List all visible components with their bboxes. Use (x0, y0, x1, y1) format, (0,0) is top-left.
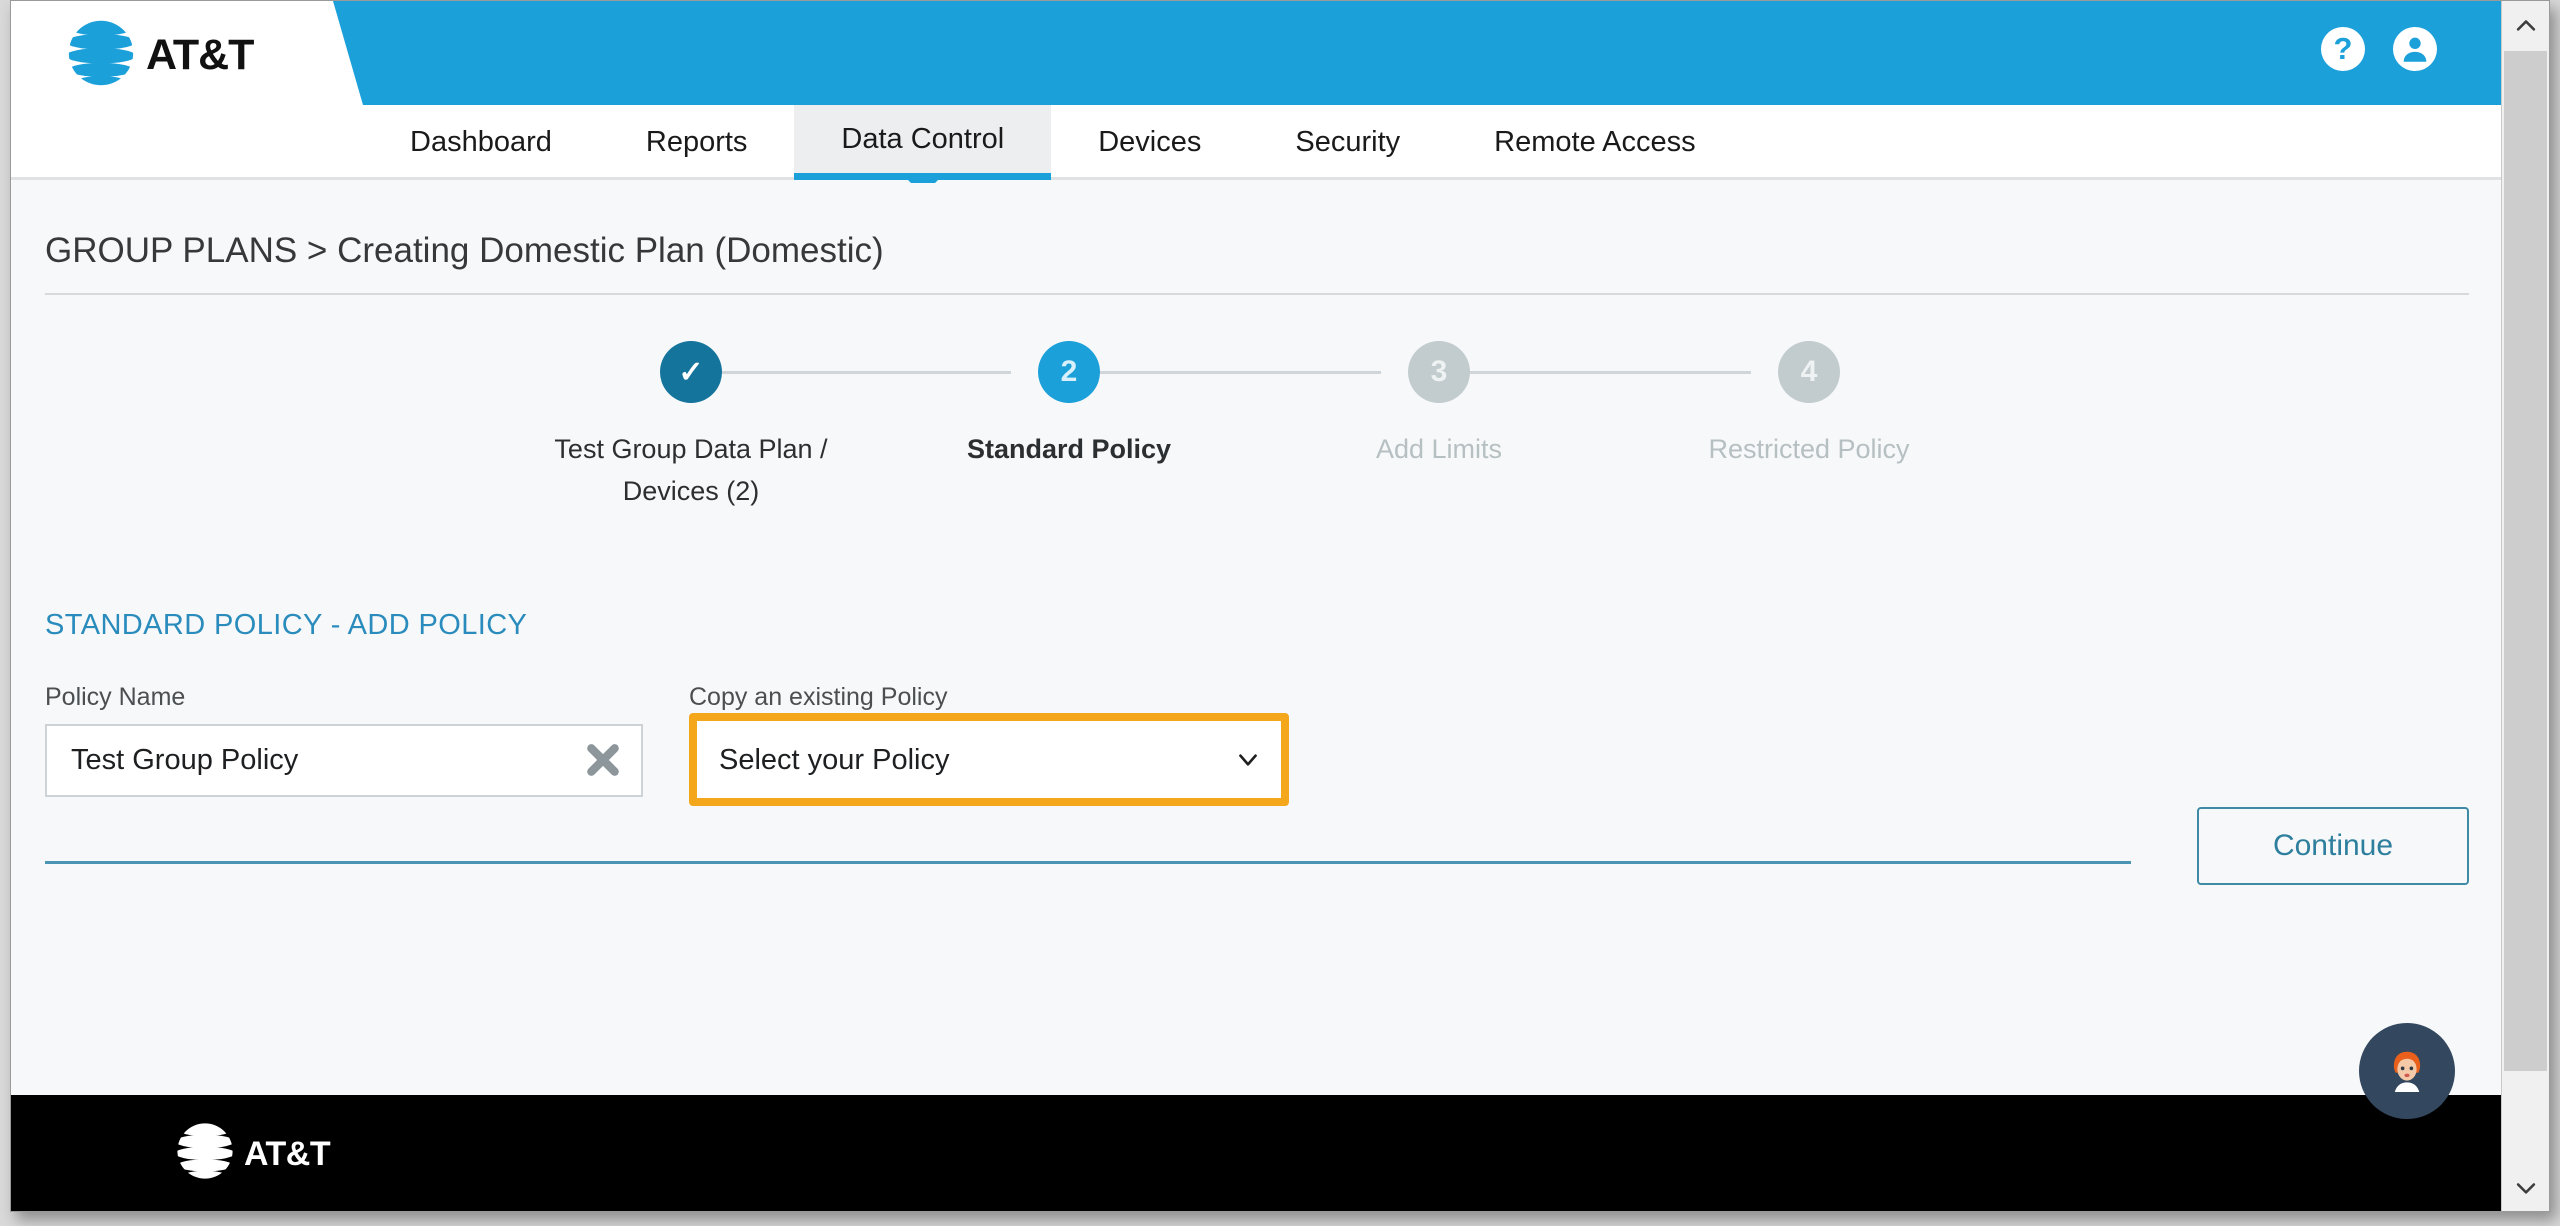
chevron-down-icon (2516, 1182, 2535, 1194)
nav-item-reports[interactable]: Reports (599, 105, 795, 180)
nav-label: Devices (1098, 126, 1202, 158)
nav-label: Dashboard (410, 126, 552, 158)
scroll-down-button[interactable] (2502, 1164, 2549, 1211)
policy-name-label: Policy Name (45, 683, 186, 711)
nav-item-dashboard[interactable]: Dashboard (363, 105, 599, 180)
nav-label: Reports (645, 126, 748, 158)
help-question-icon[interactable]: ? (2321, 27, 2365, 71)
vertical-scrollbar[interactable] (2501, 1, 2549, 1211)
stepper-step-1[interactable]: ✓ Test Group Data Plan / Devices (2) (511, 341, 871, 512)
nav-label: Data Control (841, 122, 1005, 155)
nav-item-list: Dashboard Reports Data Control Devices S… (363, 105, 1743, 180)
wizard-stepper: ✓ Test Group Data Plan / Devices (2) 2 S… (11, 341, 2503, 571)
page-footer: AT&T (11, 1095, 2503, 1211)
main-navigation: Dashboard Reports Data Control Devices S… (11, 105, 2503, 180)
stepper-connector-line (1458, 371, 1751, 374)
stepper-step-3[interactable]: 3 Add Limits (1259, 341, 1619, 470)
scrollbar-thumb[interactable] (2504, 51, 2547, 1071)
chat-assistant-avatar-icon[interactable] (2359, 1023, 2455, 1119)
step-label-1: Test Group Data Plan / Devices (2) (554, 434, 828, 506)
scroll-up-button[interactable] (2502, 1, 2549, 48)
nav-label: Remote Access (1494, 126, 1696, 158)
breadcrumb-divider (45, 293, 2469, 295)
page-title: STANDARD POLICY - ADD POLICY (45, 609, 528, 641)
nav-item-remote-access[interactable]: Remote Access (1447, 105, 1742, 180)
stepper-step-4[interactable]: 4 Restricted Policy (1629, 341, 1989, 470)
copy-policy-label: Copy an existing Policy (689, 683, 948, 711)
att-wordmark: AT&T (146, 31, 254, 79)
step-marker-glyph: 4 (1800, 355, 1818, 388)
copy-policy-select[interactable]: Select your Policy (697, 721, 1281, 798)
nav-label: Security (1295, 126, 1401, 158)
topbar-icon-group: ? (2321, 27, 2437, 71)
breadcrumb[interactable]: GROUP PLANS > Creating Domestic Plan (Do… (45, 231, 884, 271)
browser-window: AT&T ? Dashboard Reports Data Control De… (10, 0, 2550, 1212)
step-marker-done[interactable]: ✓ (660, 341, 722, 403)
top-header-bar: AT&T ? (11, 1, 2503, 105)
footer-brand-wordmark: AT&T (244, 1135, 331, 1173)
step-marker-todo[interactable]: 3 (1408, 341, 1470, 403)
user-avatar-glyph (2403, 37, 2427, 62)
page-viewport: AT&T ? Dashboard Reports Data Control De… (11, 1, 2503, 1211)
copy-policy-highlight-box: Select your Policy (689, 713, 1289, 806)
step-marker-glyph: 3 (1430, 355, 1448, 388)
continue-button[interactable]: Continue (2197, 807, 2469, 885)
nav-item-data-control[interactable]: Data Control (794, 105, 1052, 180)
help-glyph: ? (2333, 31, 2353, 66)
att-globe-icon (68, 20, 134, 86)
assistant-avatar-glyph (2393, 1051, 2421, 1092)
brand-logo-area[interactable]: AT&T (11, 1, 363, 105)
nav-item-security[interactable]: Security (1248, 105, 1447, 180)
chevron-up-icon (2516, 19, 2535, 31)
clear-x-icon[interactable] (583, 740, 623, 780)
breadcrumb-region: GROUP PLANS > Creating Domestic Plan (Do… (11, 183, 2503, 297)
att-globe-icon-footer (177, 1123, 233, 1179)
nav-item-devices[interactable]: Devices (1051, 105, 1248, 180)
step-marker-glyph: ✓ (678, 355, 704, 389)
step-marker-active[interactable]: 2 (1038, 341, 1100, 403)
step-label-4: Restricted Policy (1708, 434, 1910, 464)
step-marker-glyph: 2 (1060, 355, 1078, 388)
policy-name-field-wrapper (45, 724, 643, 797)
stepper-connector-line (1089, 371, 1381, 374)
stepper-connector-line (711, 371, 1011, 374)
form-divider (45, 861, 2131, 864)
step-label-2: Standard Policy (966, 434, 1172, 464)
user-account-icon[interactable] (2393, 27, 2437, 71)
policy-name-input[interactable] (47, 726, 567, 795)
step-label-3: Add Limits (1375, 434, 1503, 464)
step-marker-todo[interactable]: 4 (1778, 341, 1840, 403)
stepper-step-2[interactable]: 2 Standard Policy (889, 341, 1249, 470)
